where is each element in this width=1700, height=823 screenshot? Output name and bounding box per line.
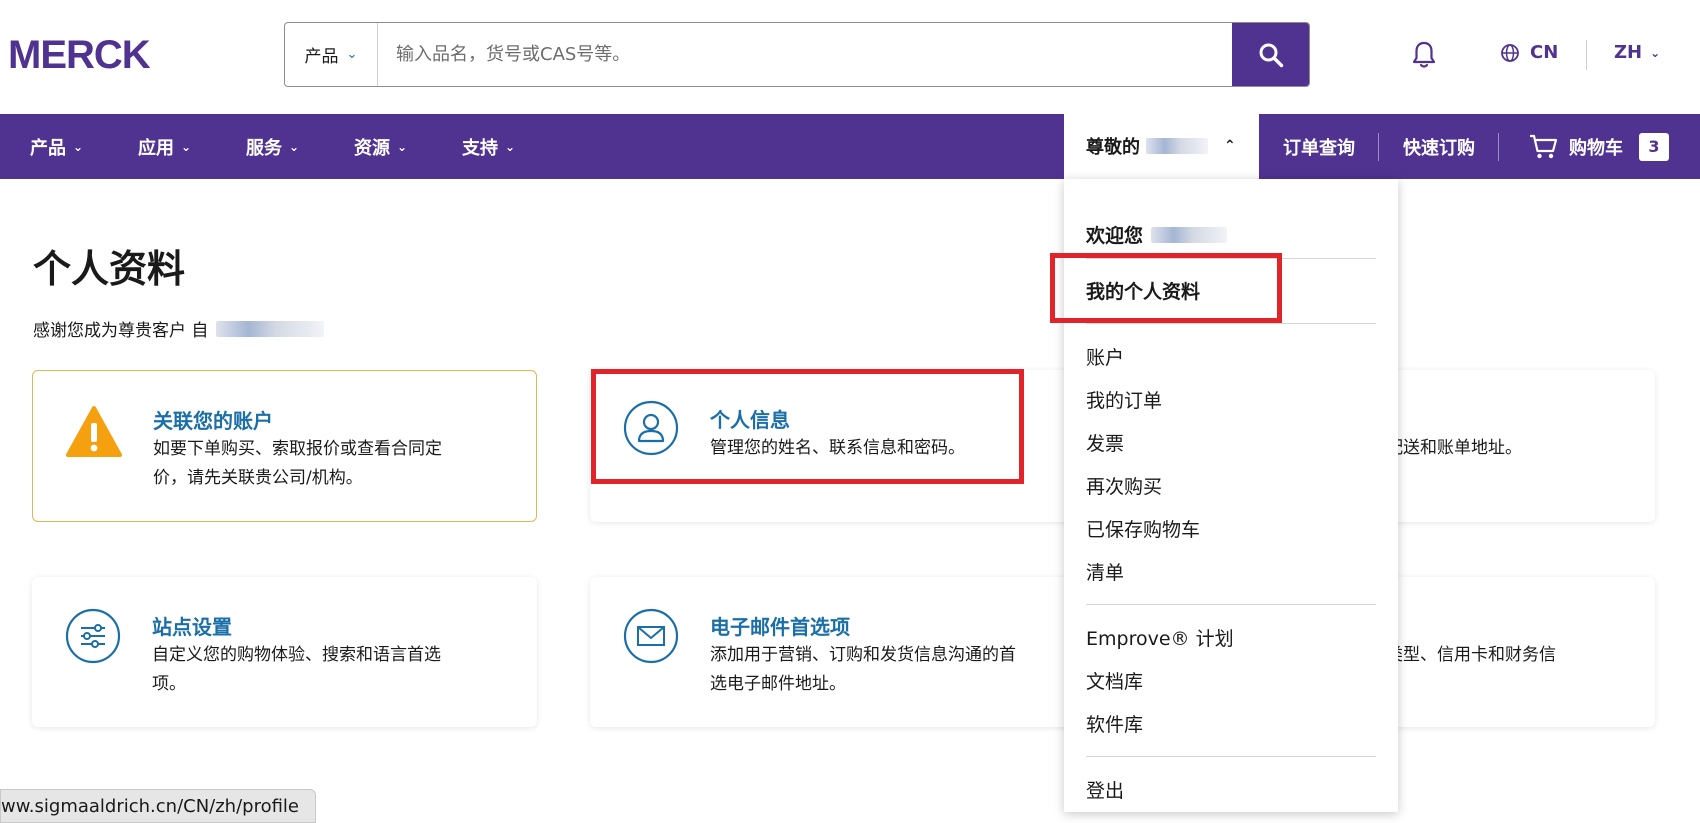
divider [1378,133,1379,161]
order-lookup-link[interactable]: 订单查询 [1283,114,1355,179]
search-input[interactable] [378,23,1232,86]
card-description-line: 配送和账单地址。 [1386,438,1522,458]
nav-item-label: 支持 [462,137,498,159]
chevron-down-icon: ⌄ [505,139,516,154]
order-lookup-label: 订单查询 [1283,137,1355,159]
search-category-select[interactable]: 产品 ⌄ [285,23,378,86]
divider [1086,756,1376,757]
cart-link[interactable]: 购物车 3 [1529,114,1669,179]
menu-item-invoices[interactable]: 发票 [1086,429,1124,456]
chevron-down-icon: ⌄ [1650,45,1661,60]
quick-order-link[interactable]: 快速订购 [1403,114,1475,179]
user-icon [623,400,679,456]
customer-since: 感谢您成为尊贵客户 自 [33,316,325,341]
redacted-date [216,320,325,337]
menu-item-lists[interactable]: 清单 [1086,558,1124,585]
site-settings-card[interactable]: 站点设置 自定义您的购物体验、搜索和语言首选 项。 [32,577,537,727]
link-account-card[interactable]: 关联您的账户 如要下单购买、索取报价或查看合同定 价，请先关联贵公司/机构。 [32,370,537,522]
card-description-line: 如要下单购买、索取报价或查看合同定 [153,439,442,459]
card-description-line: 自定义您的购物体验、搜索和语言首选 [152,645,441,665]
chevron-down-icon: ⌄ [73,139,84,154]
chevron-down-icon: ⌄ [181,139,192,154]
language-selector[interactable]: ZH ⌄ [1614,42,1660,63]
status-bar-url: ww.sigmaaldrich.cn/CN/zh/profile [0,789,316,823]
menu-item-software-library[interactable]: 软件库 [1086,710,1143,737]
menu-item-my-orders[interactable]: 我的订单 [1086,386,1162,413]
search-bar: 产品 ⌄ [284,22,1310,87]
nav-item-services[interactable]: 服务 ⌄ [246,114,299,179]
card-description: 自定义您的购物体验、搜索和语言首选 项。 [152,641,441,699]
chevron-down-icon: ⌄ [289,139,300,154]
card-description-line: 项。 [152,674,186,694]
notification-bell-icon[interactable] [1410,40,1438,70]
card-description-line: 添加用于营销、订购和发货信息沟通的首 [710,645,1016,665]
menu-item-emprove[interactable]: Emprove® 计划 [1086,624,1234,651]
search-icon [1259,43,1283,67]
redacted-username [1146,137,1208,154]
search-button[interactable] [1232,23,1309,86]
nav-item-applications[interactable]: 应用 ⌄ [138,114,191,179]
divider [1586,40,1587,70]
nav-item-support[interactable]: 支持 ⌄ [462,114,515,179]
top-header: MERCK 产品 ⌄ CN [0,0,1700,114]
email-preferences-card[interactable]: 电子邮件首选项 添加用于营销、订购和发货信息沟通的首 选电子邮件地址。 [590,577,1095,727]
card-description-line: 选电子邮件地址。 [710,674,846,694]
card-description: 类型、信用卡和财务信 [1386,641,1556,670]
nav-item-label: 资源 [354,137,390,159]
divider [1086,604,1376,605]
sliders-icon [65,608,121,664]
card-description-line: 管理您的姓名、联系信息和密码。 [710,438,965,458]
merck-logo[interactable]: MERCK [8,36,216,72]
redacted-username [1151,226,1228,243]
chevron-down-icon: ⌄ [397,139,408,154]
page: MERCK 产品 ⌄ CN [0,0,1700,823]
cart-label: 购物车 [1569,137,1623,159]
menu-item-account[interactable]: 账户 [1086,343,1124,370]
menu-item-my-profile[interactable]: 我的个人资料 [1086,277,1200,304]
menu-item-saved-carts[interactable]: 已保存购物车 [1086,515,1200,542]
page-title: 个人资料 [33,247,186,291]
card-title: 电子邮件首选项 [710,615,850,639]
nav-item-label: 产品 [30,137,66,159]
account-dropdown-menu: 欢迎您 我的个人资料 账户 我的订单 发票 再次购买 已保存购物车 清单 Emp… [1064,179,1398,812]
quick-order-label: 快速订购 [1403,137,1475,159]
dropdown-welcome: 欢迎您 [1086,221,1228,248]
menu-item-logout[interactable]: 登出 [1086,776,1124,803]
globe-icon [1501,43,1519,62]
welcome-label: 欢迎您 [1086,225,1144,247]
region-selector[interactable]: CN [1500,42,1558,63]
region-code: CN [1530,42,1559,63]
card-description: 管理您的姓名、联系信息和密码。 [710,434,965,463]
card-title: 站点设置 [152,615,232,639]
card-description-line: 价，请先关联贵公司/机构。 [153,468,363,488]
search-category-label: 产品 [304,47,339,67]
divider [1086,258,1376,259]
card-description: 如要下单购买、索取报价或查看合同定 价，请先关联贵公司/机构。 [153,435,442,493]
chevron-down-icon: ⌄ [346,47,358,62]
account-menu-toggle[interactable]: 尊敬的 ⌃ [1064,112,1259,179]
customer-since-label: 感谢您成为尊贵客户 自 [33,321,209,341]
card-title: 关联您的账户 [153,409,273,433]
personal-info-card[interactable]: 个人信息 管理您的姓名、联系信息和密码。 [590,370,1095,522]
cart-icon [1530,134,1558,158]
nav-item-resources[interactable]: 资源 ⌄ [354,114,407,179]
nav-item-label: 服务 [246,137,282,159]
menu-item-buy-again[interactable]: 再次购买 [1086,472,1162,499]
chevron-up-icon: ⌃ [1224,137,1236,154]
greeting-label: 尊敬的 [1086,136,1140,158]
divider [1498,133,1499,161]
nav-item-label: 应用 [138,137,174,159]
card-description: 添加用于营销、订购和发货信息沟通的首 选电子邮件地址。 [710,641,1016,699]
nav-item-products[interactable]: 产品 ⌄ [30,114,83,179]
card-title: 个人信息 [710,408,790,432]
warning-icon [66,406,122,457]
divider [1086,323,1376,324]
cart-count-badge: 3 [1639,132,1669,161]
svg-text:MERCK: MERCK [8,36,151,72]
card-description: 配送和账单地址。 [1386,434,1522,463]
envelope-icon [623,608,679,664]
menu-item-document-library[interactable]: 文档库 [1086,667,1143,694]
card-description-line: 类型、信用卡和财务信 [1386,645,1556,665]
language-code: ZH [1614,42,1643,63]
